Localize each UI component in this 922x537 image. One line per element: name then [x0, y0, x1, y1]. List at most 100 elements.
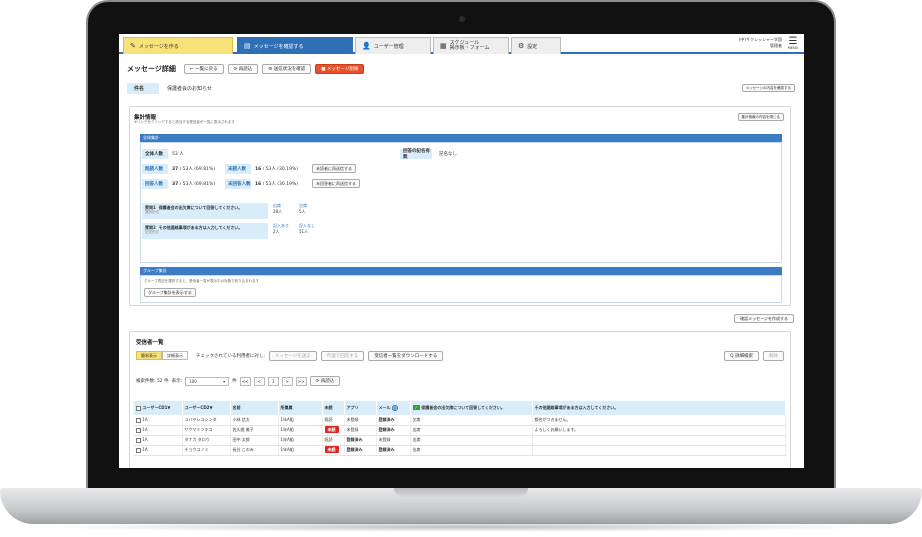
camera-dot	[459, 16, 465, 22]
app-screen: ✎ メッセージを作る ▤ メッセージを確認する 👤 ユーザー管理 ▦ スケジュー…	[119, 34, 804, 468]
prev-page-button[interactable]: <	[253, 376, 265, 386]
group-section: グループ表記を選択すると、受信者一覧が表示中の対象で絞り込まれます グループ集計…	[140, 275, 782, 303]
question-1-label: 質問1 保護者会の出欠席について回答してください。 選択形式	[142, 203, 268, 219]
page-1-button[interactable]: 1	[267, 376, 279, 386]
download-recipients-button[interactable]: 受信者一覧をダウンロードする	[368, 351, 444, 361]
pencil-icon: ✎	[130, 42, 136, 50]
edit-icon: ✓	[412, 405, 420, 410]
check-status-button[interactable]: ⚙ 送信状況を確認	[262, 64, 312, 74]
delete-message-button[interactable]: ■ メッセージ削除	[315, 64, 365, 74]
table-row[interactable]: 1A サクマミツキコ 佐久間 美子 1年A組 未読 未登録 登録済み 出席 よろ…	[134, 425, 786, 436]
unanswered-label: 未回答人数	[225, 179, 251, 189]
answered-label: 回答人数	[142, 179, 168, 189]
select-all-checkbox[interactable]	[136, 405, 141, 411]
resend-unanswered-button[interactable]: 未回答者に再送信する	[312, 179, 360, 188]
unread-badge: 未読	[324, 446, 339, 453]
calendar-icon: ▦	[440, 42, 447, 50]
send-message-button[interactable]: メッセージを送る	[268, 351, 317, 361]
total-label: 全体人数	[142, 149, 168, 159]
tab-schedule[interactable]: ▦ スケジュール 掲示板・フォーム	[433, 37, 509, 54]
hamburger-icon: ☰	[788, 36, 798, 47]
menu-button[interactable]: ☰ MENU	[786, 36, 800, 51]
last-page-button[interactable]: >>	[295, 376, 307, 386]
detail-search-button[interactable]: Q 詳細検索	[724, 351, 759, 361]
close-stats-button[interactable]: 集計情報の内容を閉じる	[737, 113, 784, 121]
tab-settings[interactable]: ⚙ 設定	[511, 37, 561, 54]
header-mail[interactable]: メール @	[376, 401, 411, 415]
recipients-panel: 受信者一覧 簡易表示 詳細表示 チェックされている利用者に対し: メッセージを送…	[129, 331, 791, 468]
document-icon: ▤	[244, 42, 251, 50]
unread-value: 16	[255, 166, 262, 172]
resend-unread-button[interactable]: 未読者に再送信する	[312, 164, 356, 173]
unread-label: 未読人数	[225, 164, 251, 174]
header-cd2[interactable]: ユーザーCD2▼	[182, 401, 231, 415]
first-page-button[interactable]: <<	[239, 376, 251, 386]
top-nav: ✎ メッセージを作る ▤ メッセージを確認する 👤 ユーザー管理 ▦ スケジュー…	[119, 34, 804, 54]
unanswered-value: 16	[255, 181, 262, 187]
total-value: 53	[172, 151, 178, 157]
row-checkbox[interactable]	[136, 437, 141, 443]
tab-user-management[interactable]: 👤 ユーザー管理	[355, 37, 431, 54]
header-question-1[interactable]: ✓ 保護者会の出欠席について回答してください。	[410, 401, 533, 415]
stats-panel: 集計情報 ※リンクをクリックすると該当する受信者が一覧に表示されます 集計情報の…	[129, 106, 791, 306]
recipients-title: 受信者一覧	[136, 340, 164, 346]
answered-value: 37	[172, 181, 179, 187]
next-page-button[interactable]: >	[281, 376, 293, 386]
subject-row: 件名 保護者会のお知らせ メッセージの内容を確認する	[127, 83, 799, 94]
header-question-2[interactable]: その他連絡事項がある方は入力してください。	[532, 401, 786, 415]
question-2-answer-1[interactable]: 記入あり 2人	[273, 223, 289, 235]
subject-value: 保護者会のお知らせ	[167, 86, 212, 92]
header-app[interactable]: アプリ	[344, 401, 377, 415]
row-checkbox[interactable]	[136, 427, 141, 433]
detail-view-toggle[interactable]: 詳細表示	[162, 351, 188, 360]
reply-named-label: 回答の記名有無	[400, 149, 432, 160]
question-2-answer-2[interactable]: 記入なし 51人	[299, 223, 315, 235]
tab-check-message[interactable]: ▤ メッセージを確認する	[237, 37, 353, 54]
header-read[interactable]: 未読	[322, 401, 345, 415]
group-note: グループ表記を選択すると、受信者一覧が表示中の対象で絞り込まれます	[144, 279, 260, 283]
header-cd1[interactable]: ユーザーCD1▼	[134, 401, 183, 415]
create-confirm-message-button[interactable]: 確認メッセージを作成する	[734, 314, 794, 323]
recipients-table: ユーザーCD1▼ ユーザーCD2▼ 名前 所属属 未読 アプリ メール @ ✓ …	[134, 401, 786, 456]
back-to-list-button[interactable]: ← 一覧に戻る	[183, 64, 224, 74]
page-title: メッセージ詳細	[127, 65, 176, 73]
overall-section: 全体人数 53 人 回答の記名有無 記名なし 既読人数 37 / 53人 (69…	[140, 142, 782, 263]
reload-button[interactable]: ⟳ 再読込	[227, 64, 259, 74]
search-icon: Q 詳細検索	[730, 354, 753, 359]
read-value: 37	[172, 166, 179, 172]
group-section-header: グループ集計	[140, 267, 782, 275]
overall-section-header: 全体集計	[140, 134, 782, 142]
question-2-label: 質問2 その他連絡事項がある方は入力してください。 記述形式	[142, 223, 268, 239]
table-row[interactable]: 1A タナカ タロウ 田中 太郎 1年A組 既読 登録済み 未登録 出席	[134, 435, 786, 446]
header-group[interactable]: 所属属	[278, 401, 323, 415]
reply-named-value: 記名なし	[439, 152, 457, 157]
mail-icon: @	[391, 405, 398, 411]
question-1-answer-2[interactable]: 欠席 5人	[299, 203, 307, 215]
stats-note: ※リンクをクリックすると該当する受信者が一覧に表示されます	[134, 120, 235, 124]
header-name[interactable]: 名前	[230, 401, 279, 415]
reload-list-button[interactable]: ⟳ 再読込	[309, 376, 341, 386]
proxy-answer-button[interactable]: 代理で回答する	[320, 351, 365, 361]
clear-search-button[interactable]: 解除	[763, 351, 784, 361]
show-group-stats-button[interactable]: グループ集計を表示する	[144, 288, 196, 297]
question-1-answer-1[interactable]: 出席 28人	[273, 203, 282, 215]
row-checkbox[interactable]	[136, 417, 141, 423]
account-info: (中)サクレッシャー学園 管理者	[738, 37, 782, 48]
chevron-down-icon: ▾	[223, 378, 226, 384]
subject-label: 件名	[127, 83, 159, 94]
per-page-select[interactable]: 100 ▾	[185, 376, 230, 386]
read-status: 既読	[322, 435, 345, 446]
view-message-content-button[interactable]: メッセージの内容を確認する	[741, 84, 795, 92]
result-count: 検索件数: 52 件	[136, 379, 169, 384]
gear-icon: ⚙	[518, 42, 525, 50]
table-row[interactable]: 1A コバヤシコシンダ 小林 信太 1年A組 既読 未登録 登録済み 欠席 都合…	[134, 415, 786, 426]
tab-create-message[interactable]: ✎ メッセージを作る	[123, 37, 233, 54]
laptop-shadow	[40, 522, 882, 532]
table-row[interactable]: 1A チョウコノミ 長谷 このみ 1年A組 未読 登録済み 登録済み 出席	[134, 445, 786, 456]
checked-label: チェックされている利用者に対し:	[196, 354, 265, 359]
unread-badge: 未読	[324, 426, 339, 433]
row-checkbox[interactable]	[136, 447, 141, 453]
laptop-notch	[394, 488, 528, 497]
user-icon: 👤	[362, 42, 371, 50]
simple-view-toggle[interactable]: 簡易表示	[136, 351, 162, 360]
